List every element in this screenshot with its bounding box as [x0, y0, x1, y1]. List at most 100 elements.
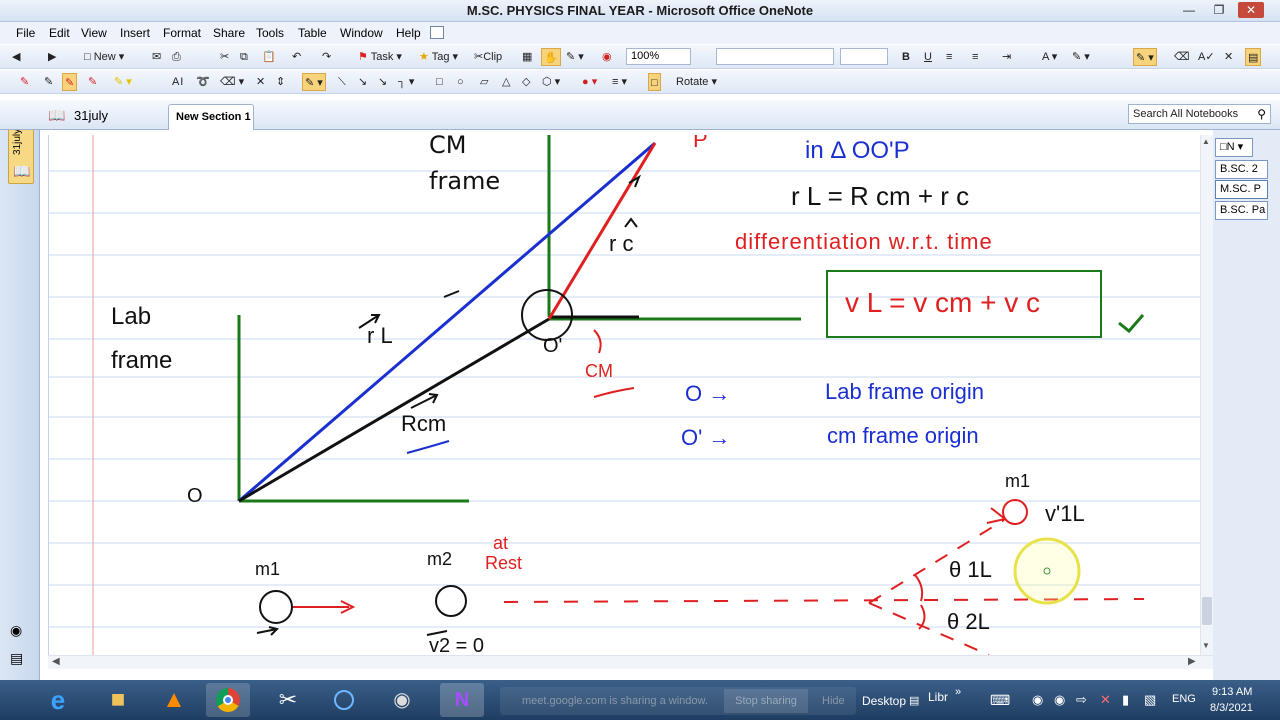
file-explorer-icon[interactable]: ■ — [96, 683, 140, 717]
cut-icon[interactable]: ✂ — [218, 48, 231, 66]
hide-button[interactable]: Hide — [822, 695, 845, 707]
new-page-button[interactable]: □N ▾ — [1215, 138, 1253, 157]
folder-tray-icon[interactable]: ▤ — [909, 694, 919, 707]
paint-icon[interactable]: ◉ — [380, 683, 424, 717]
underline-icon[interactable]: U — [922, 48, 934, 66]
network-status-icon[interactable]: ⇨ — [1076, 692, 1087, 708]
redo-icon[interactable]: ↷ — [320, 48, 333, 66]
search-box[interactable]: Search All Notebooks ⚲ — [1128, 104, 1271, 124]
pen-color-icon[interactable]: ✎ ▾ — [1133, 48, 1157, 66]
scroll-up-icon[interactable]: ▲ — [1202, 137, 1210, 146]
menu-format[interactable]: Format — [163, 26, 201, 40]
active-pen-icon[interactable]: ✎ — [62, 73, 78, 91]
highlight-icon[interactable]: ✎ ▾ — [1070, 48, 1092, 66]
insert-space-icon[interactable]: ⇕ — [274, 73, 287, 91]
notebook-list-icon[interactable]: ▤ — [10, 650, 23, 667]
toolbar-overflow-icon[interactable]: » — [955, 686, 961, 698]
lasso-icon[interactable]: ➰ — [194, 73, 212, 91]
restore-icon[interactable]: ❐ — [1206, 2, 1232, 18]
close-icon[interactable]: ✕ — [1238, 2, 1264, 18]
record-tray-icon[interactable]: ◉ — [1032, 692, 1043, 708]
chrome-icon[interactable] — [206, 683, 250, 717]
page-tab-bsc-2[interactable]: B.SC. 2 — [1215, 160, 1268, 179]
stop-sharing-button[interactable]: Stop sharing — [724, 689, 808, 713]
rectangle-icon[interactable]: □ — [434, 73, 445, 91]
red-pen-icon[interactable]: ✎ — [18, 73, 31, 91]
indent-icon[interactable]: ⇥ — [1000, 48, 1013, 66]
scrollbar-thumb[interactable] — [1202, 597, 1212, 625]
font-color-icon[interactable]: A ▾ — [1040, 48, 1059, 66]
minimize-icon[interactable]: — — [1176, 2, 1202, 18]
media-icon[interactable] — [322, 683, 366, 717]
keyboard-icon[interactable]: ⌨ — [990, 692, 1010, 709]
scroll-left-icon[interactable]: ◀ — [52, 656, 60, 667]
copy-icon[interactable]: ⧉ — [238, 48, 250, 66]
menu-share[interactable]: Share — [213, 26, 245, 40]
font-size-select[interactable] — [840, 48, 888, 65]
camera-tray-icon[interactable]: ◉ — [1054, 692, 1065, 708]
eraser-icon[interactable]: ⌫ — [1172, 48, 1192, 66]
bold-icon[interactable]: B — [900, 48, 912, 66]
back-icon[interactable]: ◀ — [10, 48, 22, 66]
page-tab-bsc-pa[interactable]: B.SC. Pa — [1215, 201, 1268, 220]
font-select[interactable] — [716, 48, 834, 65]
clock-date[interactable]: 8/3/2021 — [1210, 702, 1253, 714]
line-icon[interactable]: ⟍ — [336, 73, 348, 91]
shape-color-icon[interactable]: ● ▾ — [580, 73, 599, 91]
zoom-select[interactable]: 100% — [626, 48, 691, 65]
scroll-right-icon[interactable]: ▶ — [1188, 656, 1196, 667]
task-button[interactable]: ⚑ Task ▾ — [356, 48, 404, 66]
scroll-down-icon[interactable]: ▼ — [1202, 641, 1210, 650]
menu-table[interactable]: Table — [298, 26, 327, 40]
unfiled-notes-icon[interactable]: ◉ — [10, 622, 22, 639]
bullets-icon[interactable]: ≡ — [944, 48, 954, 66]
record-icon[interactable]: ◉ — [600, 48, 614, 66]
menu-help[interactable]: Help — [396, 26, 421, 40]
notebook-31july-tab[interactable]: 31july 📖 — [8, 124, 34, 184]
triangle-icon[interactable]: △ — [500, 73, 512, 91]
snipping-tool-icon[interactable]: ✂ — [266, 683, 310, 717]
spell-icon[interactable]: A✓ — [1196, 48, 1217, 66]
text-mode-icon[interactable]: A I — [170, 73, 185, 91]
menu-view[interactable]: View — [81, 26, 107, 40]
vlc-icon[interactable]: ▲ — [152, 683, 196, 717]
paste-icon[interactable]: 📋 — [260, 48, 278, 66]
forward-icon[interactable]: ▶ — [46, 48, 58, 66]
rotate-button[interactable]: Rotate ▾ — [674, 73, 719, 91]
new-button[interactable]: □ New ▾ — [82, 48, 126, 66]
tag-button[interactable]: ★ Tag ▾ — [417, 48, 460, 66]
pan-icon[interactable]: ✋ — [541, 48, 561, 66]
double-arrow-icon[interactable]: ↘ — [376, 73, 389, 91]
table-icon[interactable]: ▦ — [520, 48, 534, 66]
clip-button[interactable]: ✂Clip — [472, 48, 504, 66]
vertical-scrollbar[interactable]: ▲ ▼ — [1200, 135, 1213, 655]
clock-time[interactable]: 9:13 AM — [1212, 686, 1252, 698]
email-icon[interactable]: ✉ — [150, 48, 163, 66]
shapes-icon[interactable]: ⬡ ▾ — [540, 73, 562, 91]
menu-edit[interactable]: Edit — [49, 26, 70, 40]
note-page[interactable]: CM frame Lab frame O O' P CM r L r c Rcm… — [48, 135, 1200, 655]
language-indicator[interactable]: ENG — [1172, 693, 1196, 705]
libraries-toolbar[interactable]: Libr — [928, 690, 948, 704]
undo-icon[interactable]: ↶ — [290, 48, 303, 66]
battery-icon[interactable]: ▧ — [1144, 692, 1156, 708]
close-toolbar-icon[interactable]: ✕ — [1222, 48, 1235, 66]
signal-icon[interactable]: ▮ — [1122, 692, 1129, 708]
elbow-icon[interactable]: ┐ ▾ — [396, 73, 416, 91]
yellow-highlighter-icon[interactable]: ✎ ▾ — [112, 73, 134, 91]
menu-tools[interactable]: Tools — [256, 26, 284, 40]
pen-mode-icon[interactable]: ✎ ▾ — [564, 48, 586, 66]
desktop-toolbar[interactable]: Desktop — [862, 694, 906, 708]
eraser-tool-icon[interactable]: ⌫ ▾ — [218, 73, 246, 91]
parallelogram-icon[interactable]: ▱ — [478, 73, 490, 91]
line-weight-icon[interactable]: ≡ ▾ — [610, 73, 629, 91]
select-icon[interactable]: □ — [648, 73, 661, 91]
onenote-icon[interactable]: N — [440, 683, 484, 717]
arrow-icon[interactable]: ↘ — [356, 73, 369, 91]
help-icon[interactable] — [430, 26, 444, 39]
delete-icon[interactable]: ✕ — [254, 73, 267, 91]
menu-file[interactable]: File — [16, 26, 35, 40]
section-tab-new-section-1[interactable]: New Section 1 — [168, 104, 254, 130]
search-icon[interactable]: ⚲ — [1257, 107, 1266, 121]
line-color-icon[interactable]: ✎ ▾ — [302, 73, 326, 91]
